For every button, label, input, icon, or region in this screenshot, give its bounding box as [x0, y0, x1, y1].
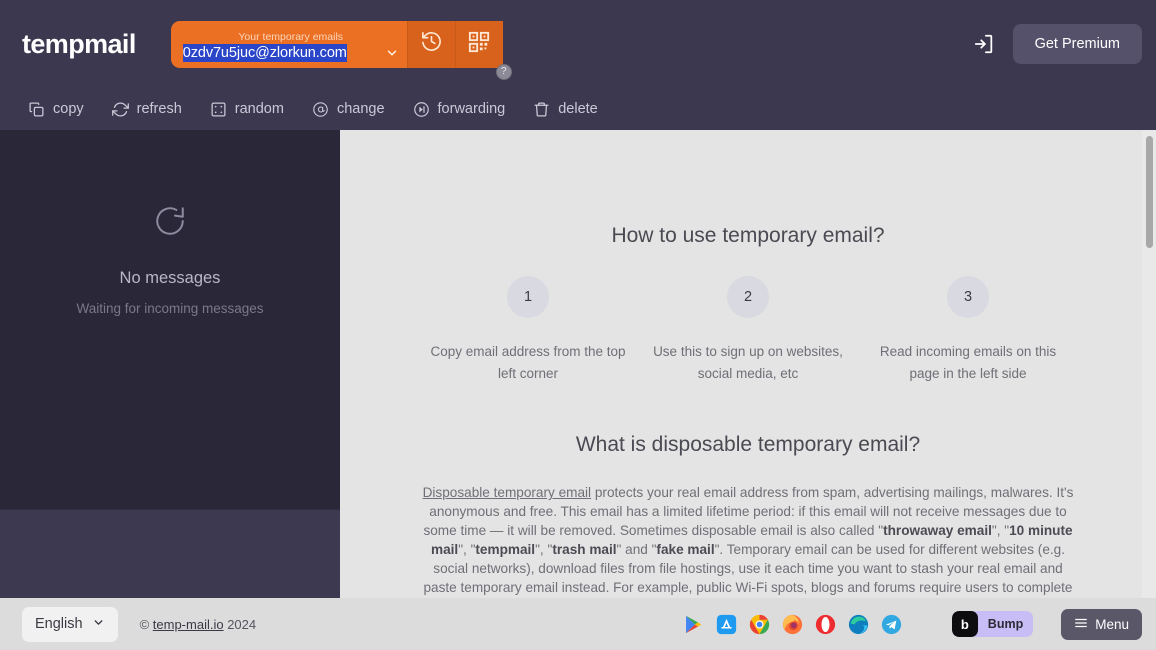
para-text-3: ", " — [458, 542, 476, 557]
empty-state: No messages Waiting for incoming message… — [0, 130, 340, 509]
dice-icon — [210, 101, 227, 118]
description-paragraph: Disposable temporary email protects your… — [418, 483, 1078, 598]
disposable-email-link[interactable]: Disposable temporary email — [423, 485, 591, 500]
scrollbar-thumb[interactable] — [1146, 136, 1153, 248]
store-icon-list — [683, 614, 902, 635]
google-play-icon[interactable] — [683, 614, 704, 635]
menu-label: Menu — [1095, 616, 1129, 632]
email-address-value[interactable]: 0zdv7u5juc@zlorkun.com — [182, 43, 347, 62]
sidebar-footer-area — [0, 509, 340, 598]
chevron-down-icon[interactable] — [377, 46, 399, 60]
bump-badge[interactable]: b Bump — [951, 611, 1034, 637]
para-bold-1: throwaway email — [883, 523, 992, 538]
change-label: change — [336, 101, 385, 117]
hamburger-menu-icon — [1074, 616, 1088, 633]
step-text: Use this to sign up on websites, social … — [653, 344, 843, 381]
tempmail-logo[interactable]: tempmail — [22, 29, 136, 60]
copyright-year: 2024 — [227, 616, 257, 632]
step-text: Copy email address from the top left cor… — [430, 344, 626, 381]
steps-list: 1 Copy email address from the top left c… — [418, 276, 1078, 385]
site-link[interactable]: temp-mail.io — [153, 617, 224, 632]
history-clock-icon — [420, 30, 443, 58]
content-column: How to use temporary email? 1 Copy email… — [398, 224, 1098, 598]
telegram-icon[interactable] — [881, 614, 902, 635]
opera-icon[interactable] — [815, 614, 836, 635]
language-label: English — [35, 616, 83, 632]
history-button[interactable] — [406, 20, 455, 68]
delete-button[interactable]: delete — [527, 96, 612, 123]
step-item: 2 Use this to sign up on websites, socia… — [638, 276, 858, 385]
para-text-5: " and " — [616, 542, 657, 557]
app-body: No messages Waiting for incoming message… — [0, 130, 1156, 598]
step-number: 3 — [947, 276, 989, 318]
para-bold-4: trash mail — [552, 542, 617, 557]
para-bold-5: fake mail — [656, 542, 715, 557]
copy-button[interactable]: copy — [22, 96, 98, 123]
main-content: How to use temporary email? 1 Copy email… — [340, 130, 1156, 598]
header-right-group: Get Premium — [973, 24, 1142, 64]
para-text-2: ", " — [991, 523, 1010, 538]
step-number: 1 — [507, 276, 549, 318]
mailbox-toolbar: copy refresh random change forwarding de… — [0, 88, 1156, 130]
how-to-title: How to use temporary email? — [611, 224, 885, 247]
firefox-icon[interactable] — [782, 614, 803, 635]
random-label: random — [234, 101, 284, 117]
email-field-label: Your temporary emails — [238, 30, 344, 43]
message-list-sidebar: No messages Waiting for incoming message… — [0, 130, 340, 598]
forward-icon — [413, 101, 430, 118]
copyright: © temp-mail.io 2024 — [140, 617, 257, 632]
main-scroll-area[interactable]: How to use temporary email? 1 Copy email… — [340, 130, 1156, 598]
login-icon[interactable] — [973, 33, 995, 55]
chrome-icon[interactable] — [749, 614, 770, 635]
language-selector[interactable]: English — [22, 606, 118, 642]
random-button[interactable]: random — [204, 96, 298, 123]
qr-code-icon — [468, 31, 490, 58]
copyright-symbol: © — [139, 616, 150, 632]
app-store-icon[interactable] — [716, 614, 737, 635]
email-field[interactable]: Your temporary emails 0zdv7u5juc@zlorkun… — [171, 21, 407, 68]
para-text-4: ", " — [535, 542, 553, 557]
refresh-icon — [111, 101, 129, 118]
step-item: 3 Read incoming emails on this page in t… — [858, 276, 1078, 385]
what-is-title: What is disposable temporary email? — [575, 433, 921, 456]
bump-label: Bump — [987, 617, 1024, 631]
get-premium-button[interactable]: Get Premium — [1012, 24, 1142, 64]
app-footer: English © temp-mail.io 2024 b Bump Menu — [0, 598, 1156, 650]
step-item: 1 Copy email address from the top left c… — [418, 276, 638, 385]
menu-button[interactable]: Menu — [1061, 608, 1142, 640]
loading-spinner-icon — [153, 204, 187, 243]
change-button[interactable]: change — [306, 96, 399, 123]
step-number: 2 — [727, 276, 769, 318]
delete-label: delete — [558, 101, 598, 117]
step-text: Read incoming emails on this page in the… — [879, 344, 1057, 381]
forwarding-button[interactable]: forwarding — [407, 96, 520, 123]
change-at-icon — [312, 101, 329, 118]
edge-icon[interactable] — [848, 614, 869, 635]
para-bold-3: tempmail — [475, 542, 536, 557]
empty-state-subtitle: Waiting for incoming messages — [76, 300, 264, 316]
empty-state-title: No messages — [119, 268, 221, 287]
qr-code-button[interactable] — [454, 20, 503, 68]
refresh-button[interactable]: refresh — [106, 96, 196, 123]
chevron-down-icon — [92, 616, 105, 633]
tempmail-app: tempmail Your temporary emails 0zdv7u5ju… — [0, 0, 1156, 650]
copy-icon — [28, 101, 45, 118]
help-badge[interactable]: ? — [495, 63, 512, 80]
trash-icon — [533, 101, 550, 118]
copy-label: copy — [53, 101, 84, 117]
forwarding-label: forwarding — [437, 101, 506, 117]
email-address-bar: Your temporary emails 0zdv7u5juc@zlorkun… — [170, 20, 512, 80]
app-header: tempmail Your temporary emails 0zdv7u5ju… — [0, 0, 1156, 88]
refresh-label: refresh — [136, 101, 182, 117]
vertical-scrollbar[interactable] — [1142, 130, 1156, 598]
bump-logo-icon: b — [951, 611, 978, 637]
